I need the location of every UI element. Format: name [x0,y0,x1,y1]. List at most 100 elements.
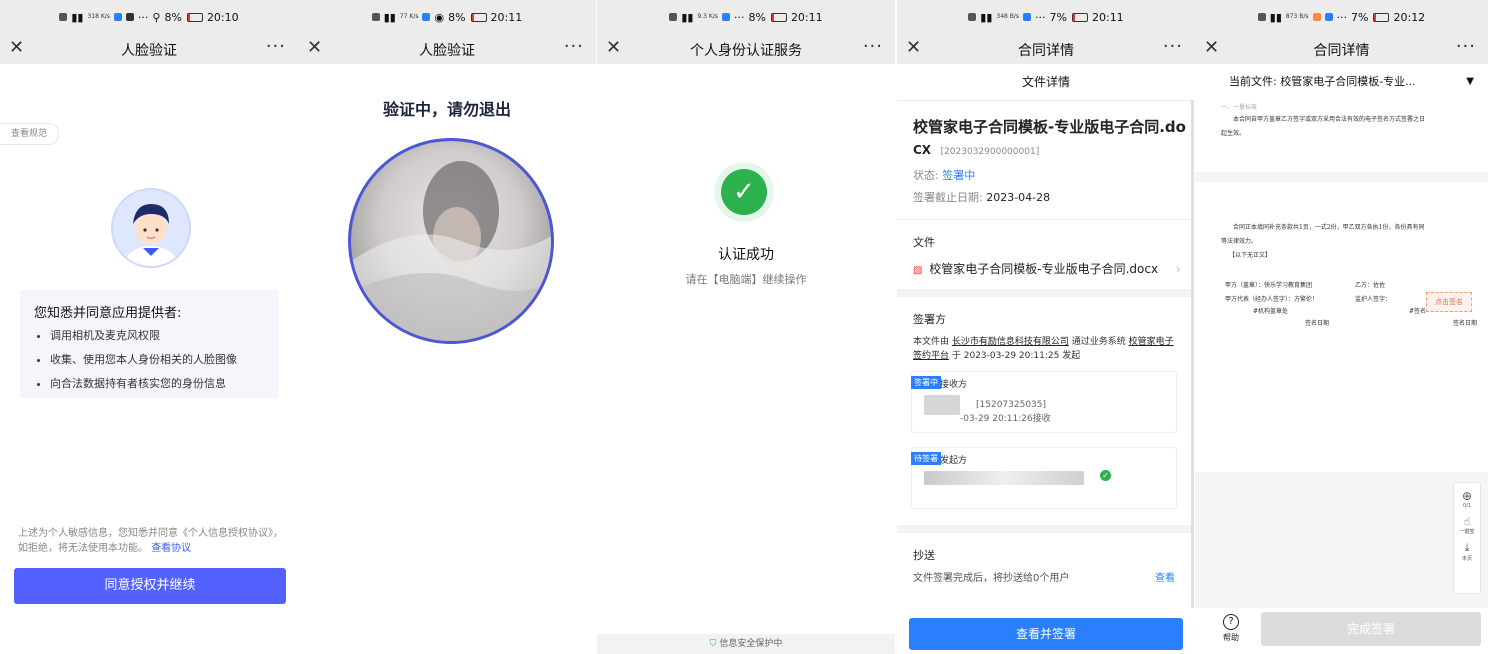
more-options-icon[interactable]: ··· [564,36,584,57]
net-speed: 873 B/s [1285,13,1309,20]
secure-text: 信息安全保护中 [719,639,783,649]
net-speed: 348 B/s [996,13,1020,20]
page-title: 人脸验证 [419,43,475,59]
redacted-name [924,471,1084,485]
clock: 20:10 [206,10,239,24]
view-rules-tag[interactable]: 查看规范 [0,123,59,145]
clock: 20:11 [790,10,823,24]
click-to-sign-box[interactable]: 点击签名 [1426,292,1472,312]
sign-mark-text: #签名 [1409,308,1427,315]
party-a-rep-text: 甲方代表（经办人签字）：方繁伦！ [1225,296,1319,303]
current-file-selector[interactable]: 当前文件: 校管家电子合同模板-专业... ▼ [1195,64,1488,100]
verifying-text: 验证中，请勿退出 [382,100,511,119]
privacy-notice: 上述为个人敏感信息，您知悉并同意《个人信息授权协议》，如拒绝，将无法使用本功能。… [18,526,286,556]
cc-text: 文件签署完成后，将抄送给0个用户 [913,573,1070,584]
more-options-icon[interactable]: ··· [1456,36,1476,57]
page-title: 人脸验证 [121,43,177,59]
locate-tool[interactable]: ⊕ 0/1 [1454,489,1480,509]
cc-view-link[interactable]: 查看 [1155,569,1175,584]
camera-icon: ◉ [434,10,445,24]
one-click-sign-tool[interactable]: ☝ 一键签 [1454,515,1480,535]
screen-contract-details: ▮▮ 348 B/s ··· 7% 20:11 ✕ 合同详情 ··· 文件详情 … [897,0,1195,654]
person-icon [125,204,177,266]
document-name: 校管家电子合同模板-专业版电子合同.do [913,118,1186,136]
complete-signing-button[interactable]: 完成签署 [1261,612,1481,646]
app-icon [721,13,730,21]
party-card-initiator: 待签署 发起方 ✓ [911,447,1177,509]
deadline-row: 签署截止日期: 2023-04-28 [913,189,1191,205]
more-icon: ··· [1035,10,1046,24]
success-title: 认证成功 [718,247,774,263]
document-viewer[interactable]: 一、一量标准 本合同自甲方盖章乙方签字或双方采用合法有效的电子签名方式签署之日 … [1195,100,1488,608]
clock: 20:11 [1091,10,1124,24]
battery-percent: 8% [164,10,182,24]
battery-icon [1071,12,1088,22]
consent-list: 调用相机及麦克风权限 收集、使用您本人身份相关的人脸图像 向合法数据持有者核实您… [20,327,279,391]
battery-icon [470,12,487,22]
party-phone: [15207325035] [976,400,1047,410]
view-and-sign-button[interactable]: 查看并签署 [909,618,1183,650]
hand-icon: ☝ [1463,515,1471,528]
company-link[interactable]: 长沙市有励信息科技有限公司 [952,337,1069,347]
status-badge: 签署中 [942,169,976,182]
help-button[interactable]: ? 帮助 [1223,614,1239,643]
sign-date-text: 签名日期 [1453,320,1478,327]
scrollbar[interactable] [1191,100,1194,608]
doc-text: 【以下无正文】 [1229,252,1272,259]
app-icon [113,13,122,21]
signal-icon: ▮▮ [383,10,396,24]
party-info: [15207325035] -03-29 20:11:26接收 [960,398,1051,426]
status-bar: ▮▮ 77 K/s ◉ 8% 20:11 [298,0,596,34]
battery-percent: 8% [448,10,466,24]
tool-label: 末页 [1461,556,1472,562]
clock: 20:11 [490,10,523,24]
status-bar: ▮▮ 348 B/s ··· 7% 20:11 [897,0,1195,34]
more-options-icon[interactable]: ··· [266,36,286,57]
battery-percent: 7% [1049,10,1067,24]
signal-icon: ▮▮ [681,10,694,24]
more-options-icon[interactable]: ··· [1163,36,1183,57]
hd-icon [59,13,68,21]
last-page-tool[interactable]: ⤓ 末页 [1454,541,1480,562]
file-row[interactable]: ▧ 校管家电子合同模板-专业版电子合同.docx › [913,260,1191,277]
sign-desc-text: 通过业务系统 [1071,337,1126,347]
party-b-text: 乙方：佐佐 [1355,282,1386,289]
sub-header: 文件详情 [897,64,1195,101]
app-icon [1324,13,1333,21]
face-capture-circle [348,138,554,344]
app-icon [1023,13,1032,21]
view-agreement-link[interactable]: 查看协议 [151,543,191,554]
screen-face-consent: ▮▮ 318 K/s ··· ⚲ 8% 20:10 ✕ 人脸验证 ··· 查看规… [0,0,298,654]
list-item: 向合法数据持有者核实您的身份信息 [50,375,279,391]
signal-icon: ▮▮ [1269,10,1282,24]
more-icon: ··· [137,10,149,24]
deadline-label: 签署截止日期: [913,191,983,204]
file-name: 校管家电子合同模板-专业版电子合同.docx [929,262,1159,276]
security-footer: ⛉ 信息安全保护中 [597,634,895,654]
title-bar: ✕ 人脸验证 ··· [0,34,298,64]
agree-continue-button[interactable]: 同意授权并继续 [14,568,286,604]
title-bar: ✕ 人脸验证 ··· [298,34,596,64]
sign-date-text: 签名日期 [1305,320,1330,327]
divider [897,525,1191,533]
battery-icon [770,12,787,22]
app-icon [422,13,431,21]
app-icon [125,13,134,21]
title-bar: ✕ 个人身份认证服务 ··· [597,34,895,64]
download-icon: ⤓ [1464,541,1470,554]
tool-label: 一键签 [1459,529,1475,535]
file-icon: ▧ [913,265,923,276]
cc-row: 文件签署完成后，将抄送给0个用户 查看 [913,569,1175,584]
hd-icon [669,13,678,21]
seal-text: #机构盖章处 [1253,308,1289,315]
divider [897,289,1191,297]
document-number-row: CX [2023032900000001] [913,143,1191,157]
status-badge: 签署中 [911,376,941,389]
success-badge: ✓ [714,162,774,222]
avatar [111,188,191,268]
page-title: 合同详情 [1313,43,1370,59]
divider [897,219,1191,220]
page-title: 个人身份认证服务 [690,43,802,59]
doc-text: 合同正本填同补充条款共1页，一式2份，甲乙双方各执1份，各份具有同 [1233,224,1425,231]
more-options-icon[interactable]: ··· [863,36,883,57]
